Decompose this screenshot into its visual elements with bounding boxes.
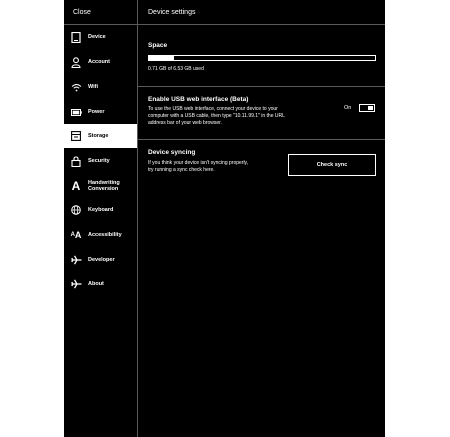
sidebar-item-label: Account bbox=[88, 59, 110, 65]
storage-usage-text: 0.71 GB of 6.53 GB used bbox=[148, 66, 204, 72]
lock-icon bbox=[70, 155, 82, 167]
sync-section-title: Device syncing bbox=[148, 149, 196, 156]
sidebar-item-storage[interactable]: Storage bbox=[64, 124, 137, 148]
sidebar-item-keyboard[interactable]: Keyboard bbox=[64, 198, 137, 222]
sidebar-item-device[interactable]: Device bbox=[64, 25, 137, 49]
sidebar-item-label: Accessibility bbox=[88, 232, 122, 238]
sidebar-item-about[interactable]: About bbox=[64, 272, 137, 296]
usb-toggle-switch[interactable] bbox=[359, 104, 375, 112]
sidebar-item-handwriting-conversion[interactable]: A Handwriting Conversion bbox=[64, 174, 137, 198]
sidebar-item-accessibility[interactable]: AA Accessibility bbox=[64, 223, 137, 247]
sidebar-item-wifi[interactable]: Wifi bbox=[64, 75, 137, 99]
sidebar-item-security[interactable]: Security bbox=[64, 149, 137, 173]
wifi-icon bbox=[70, 81, 82, 93]
airplane-icon bbox=[70, 278, 82, 290]
sidebar-item-label: Developer bbox=[88, 257, 115, 263]
sidebar-item-label: Power bbox=[88, 109, 105, 115]
divider bbox=[138, 139, 385, 140]
usb-section-title: Enable USB web interface (Beta) bbox=[148, 96, 249, 103]
globe-icon bbox=[70, 204, 82, 216]
sidebar-item-label: Security bbox=[88, 158, 110, 164]
storage-progress-fill bbox=[149, 56, 174, 60]
sidebar-item-label: Wifi bbox=[88, 84, 99, 90]
settings-sidebar: Close Device Account Wifi Power Storage … bbox=[64, 0, 138, 437]
battery-icon bbox=[70, 106, 82, 118]
usb-toggle-label: On bbox=[344, 105, 352, 111]
text-size-icon: AA bbox=[70, 230, 82, 240]
toggle-knob bbox=[368, 106, 373, 110]
storage-icon bbox=[70, 130, 82, 142]
sidebar-item-label: Keyboard bbox=[88, 207, 114, 213]
sidebar-item-label: Device bbox=[88, 34, 106, 40]
user-icon bbox=[70, 56, 82, 68]
close-button[interactable]: Close bbox=[64, 0, 137, 25]
settings-main-panel: Device settings Space 0.71 GB of 6.53 GB… bbox=[138, 0, 385, 437]
storage-progress-bar bbox=[148, 55, 376, 61]
letter-a-icon: A bbox=[71, 179, 81, 193]
sidebar-item-power[interactable]: Power bbox=[64, 100, 137, 124]
check-sync-button[interactable]: Check sync bbox=[288, 154, 376, 176]
sidebar-item-label: About bbox=[88, 281, 104, 287]
sidebar-item-developer[interactable]: Developer bbox=[64, 248, 137, 272]
device-screen: Close Device Account Wifi Power Storage … bbox=[64, 0, 385, 437]
airplane-icon bbox=[70, 254, 82, 266]
usb-description-line-1: To use the USB web interface, connect yo… bbox=[148, 106, 278, 112]
space-section-title: Space bbox=[148, 42, 168, 49]
tablet-icon bbox=[70, 31, 82, 43]
sidebar-item-label: Handwriting bbox=[88, 179, 120, 186]
usb-description-line-3: address bar of your web browser. bbox=[148, 120, 222, 126]
divider bbox=[138, 86, 385, 87]
sidebar-item-label-line2: Conversion bbox=[88, 186, 119, 192]
sidebar-item-label: Storage bbox=[88, 133, 109, 139]
sync-description-line-2: try running a sync check here. bbox=[148, 167, 215, 173]
sidebar-item-account[interactable]: Account bbox=[64, 50, 137, 74]
sync-description-line-1: If you think your device isn't syncing p… bbox=[148, 160, 249, 166]
page-title: Device settings bbox=[138, 0, 385, 25]
usb-description-line-2: computer with a USB cable, then type "10… bbox=[148, 113, 285, 119]
